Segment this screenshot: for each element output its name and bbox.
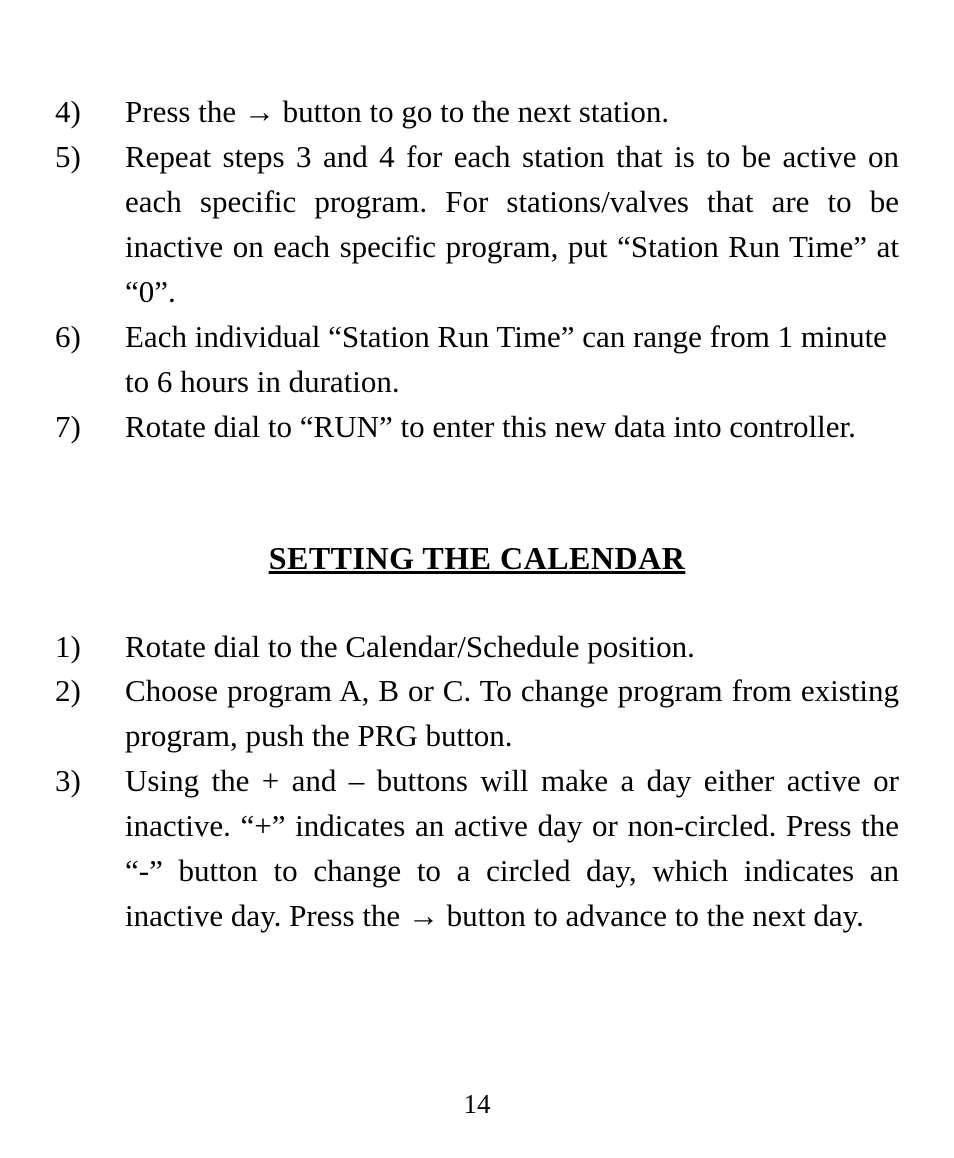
list-item: 1) Rotate dial to the Calendar/Schedule … [55, 625, 899, 670]
list-marker: 2) [55, 669, 125, 714]
document-page: 4) Press the → button to go to the next … [0, 0, 954, 1158]
page-number: 14 [0, 1089, 954, 1120]
list-item: 7) Rotate dial to “RUN” to enter this ne… [55, 405, 899, 450]
list-text: Rotate dial to the Calendar/Schedule pos… [125, 625, 899, 670]
list-item: 6) Each individual “Station Run Time” ca… [55, 315, 899, 405]
list-text: Repeat steps 3 and 4 for each station th… [125, 135, 899, 315]
list-text: Choose program A, B or C. To change prog… [125, 669, 899, 759]
list-marker: 4) [55, 90, 125, 135]
list-marker: 3) [55, 759, 125, 804]
list-item: 3) Using the + and – buttons will make a… [55, 759, 899, 939]
list-item: 4) Press the → button to go to the next … [55, 90, 899, 135]
list-text: Each individual “Station Run Time” can r… [125, 315, 899, 405]
instruction-list-1: 4) Press the → button to go to the next … [55, 90, 899, 450]
list-marker: 6) [55, 315, 125, 360]
list-item: 2) Choose program A, B or C. To change p… [55, 669, 899, 759]
list-text: Rotate dial to “RUN” to enter this new d… [125, 405, 899, 450]
list-item: 5) Repeat steps 3 and 4 for each station… [55, 135, 899, 315]
list-marker: 7) [55, 405, 125, 450]
list-text: Using the + and – buttons will make a da… [125, 759, 899, 939]
instruction-list-2: 1) Rotate dial to the Calendar/Schedule … [55, 625, 899, 940]
list-text: Press the → button to go to the next sta… [125, 90, 899, 135]
list-marker: 5) [55, 135, 125, 180]
section-heading: SETTING THE CALENDAR [55, 540, 899, 577]
list-marker: 1) [55, 625, 125, 670]
